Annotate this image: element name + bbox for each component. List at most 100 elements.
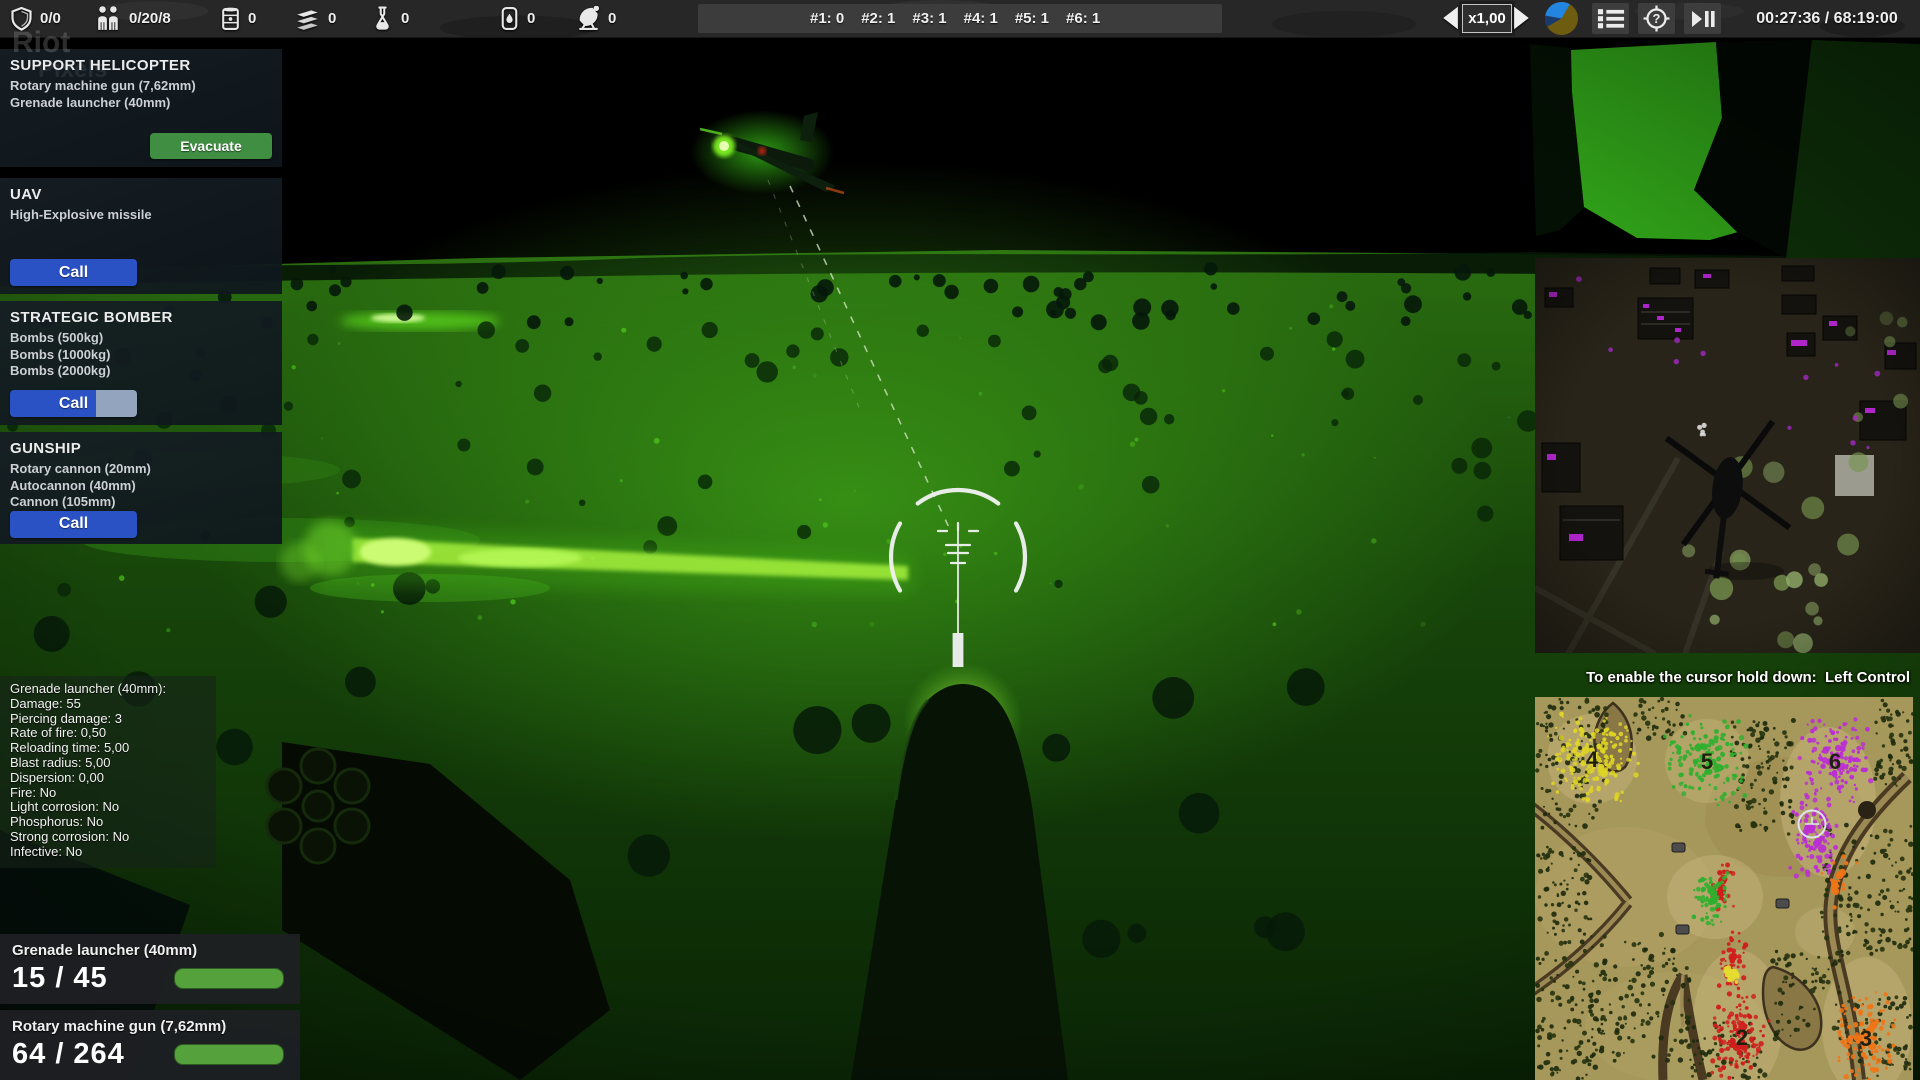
weapon-name: Grenade launcher (40mm) — [12, 942, 288, 959]
armor-value: 0/0 — [40, 10, 61, 27]
objectives-list-button[interactable] — [1592, 3, 1629, 34]
ammo-panel-grenade-launcher: Grenade launcher (40mm) 15 / 45 — [0, 934, 300, 1004]
text-line: Autocannon (40mm) — [10, 478, 272, 495]
text-line: Rotary machine gun (7,62mm) — [10, 78, 272, 95]
cursor-hint: To enable the cursor hold down: Left Con… — [1010, 669, 1910, 686]
ammo-bar — [174, 1044, 284, 1065]
panel-title: UAV — [10, 186, 272, 203]
text-line: Rotary cannon (20mm) — [10, 461, 272, 478]
text-line: Rate of fire: 0,50 — [10, 726, 206, 741]
text-line: Damage: 55 — [10, 697, 206, 712]
call-bomber-button[interactable]: Call — [10, 390, 137, 417]
text-line: Bombs (1000kg) — [10, 347, 272, 364]
wave-counter-bar: #1: 0 #2: 1 #3: 1 #4: 1 #5: 1 #6: 1 — [698, 4, 1222, 33]
shield-icon — [10, 7, 33, 31]
steel-icon — [295, 7, 321, 31]
panel-lines: High-Explosive missile — [10, 207, 272, 224]
text-line: Infective: No — [10, 845, 206, 860]
call-uav-button[interactable]: Call — [10, 259, 137, 286]
text-line: Piercing damage: 3 — [10, 712, 206, 727]
crosshair-question-icon: ? — [1643, 5, 1670, 32]
text-line: Grenade launcher (40mm): — [10, 682, 206, 697]
wave-counter-4: #4: 1 — [964, 10, 998, 27]
fuel-value: 0 — [527, 10, 535, 27]
stats-lines: Grenade launcher (40mm):Damage: 55Pierci… — [10, 682, 206, 860]
text-line: High-Explosive missile — [10, 207, 272, 224]
text-line: Dispersion: 0,00 — [10, 771, 206, 786]
text-line: Fire: No — [10, 786, 206, 801]
population-value: 0/20/8 — [129, 10, 171, 27]
wave-counter-5: #5: 1 — [1015, 10, 1049, 27]
call-gunship-button[interactable]: Call — [10, 511, 137, 538]
cooldown-overlay — [96, 390, 137, 417]
weapon-name: Rotary machine gun (7,62mm) — [12, 1018, 288, 1035]
mission-timer: 00:27:36 / 68:19:00 — [1742, 0, 1912, 37]
text-line: Bombs (2000kg) — [10, 363, 272, 380]
wave-counter-2: #2: 1 — [861, 10, 895, 27]
ammo-panel-rotary-gun: Rotary machine gun (7,62mm) 64 / 264 — [0, 1010, 300, 1080]
play-pause-button[interactable] — [1684, 3, 1721, 34]
food-value: 0 — [248, 10, 256, 27]
wave-counter-1: #1: 0 — [810, 10, 844, 27]
canned-food-icon — [220, 6, 241, 31]
panel-title: STRATEGIC BOMBER — [10, 309, 272, 326]
text-line: Blast radius: 5,00 — [10, 756, 206, 771]
ammo-count: 64 / 264 — [12, 1038, 125, 1071]
speed-decrease-button[interactable] — [1441, 5, 1459, 31]
arrow-right-icon — [1513, 5, 1531, 31]
panel-lines: Bombs (500kg)Bombs (1000kg)Bombs (2000kg… — [10, 330, 272, 380]
play-pause-icon — [1690, 8, 1716, 30]
resource-chemistry: 0 — [371, 0, 409, 37]
cluster-label: 3 — [1860, 1026, 1872, 1051]
uav-panel: UAV High-Explosive missile Call — [0, 178, 282, 294]
resource-pie-indicator[interactable] — [1544, 1, 1579, 36]
strategic-bomber-panel: STRATEGIC BOMBER Bombs (500kg)Bombs (100… — [0, 301, 282, 425]
resource-population: 0/20/8 — [95, 0, 171, 37]
cluster-label: 6 — [1829, 749, 1841, 774]
resource-radar: 0 — [576, 0, 616, 37]
resource-armor: 0/0 — [10, 0, 61, 37]
resource-food: 0 — [220, 0, 256, 37]
evacuate-button[interactable]: Evacuate — [150, 133, 272, 159]
speed-increase-button[interactable] — [1513, 5, 1531, 31]
people-icon — [95, 6, 122, 31]
chemistry-value: 0 — [401, 10, 409, 27]
help-target-button[interactable]: ? — [1638, 3, 1675, 34]
flask-icon — [371, 6, 394, 31]
arrow-left-icon — [1441, 5, 1459, 31]
text-line: Light corrosion: No — [10, 800, 206, 815]
wave-counter-6: #6: 1 — [1066, 10, 1100, 27]
text-line: Bombs (500kg) — [10, 330, 272, 347]
panel-title: GUNSHIP — [10, 440, 272, 457]
cluster-label: 4 — [1586, 747, 1599, 772]
text-line: Cannon (105mm) — [10, 494, 272, 511]
cluster-label: 5 — [1701, 749, 1713, 774]
cluster-label: 2 — [1736, 1025, 1748, 1050]
pie-chart-icon — [1544, 1, 1579, 36]
game-speed-value: x1,00 — [1462, 4, 1512, 33]
resource-fuel: 0 — [499, 0, 535, 37]
radar-value: 0 — [608, 10, 616, 27]
fuel-barrel-icon — [499, 6, 520, 31]
support-helicopter-panel: SUPPORT HELICOPTER Rotary machine gun (7… — [0, 49, 282, 167]
satellite-dish-icon — [576, 6, 601, 31]
panel-title: SUPPORT HELICOPTER — [10, 57, 272, 74]
list-icon — [1597, 7, 1625, 30]
gunship-panel: GUNSHIP Rotary cannon (20mm)Autocannon (… — [0, 432, 282, 544]
minimap[interactable]: 4 5 6 2 3 — [1535, 697, 1913, 1080]
resource-steel: 0 — [295, 0, 336, 37]
game-screen: 0/0 0/20/8 0 0 0 0 0 #1: 0 #2: 1 — [0, 0, 1920, 1080]
text-line: Grenade launcher (40mm) — [10, 95, 272, 112]
weapon-stats-panel: Grenade launcher (40mm):Damage: 55Pierci… — [0, 676, 216, 868]
panel-lines: Rotary cannon (20mm)Autocannon (40mm)Can… — [10, 461, 272, 511]
wave-counter-3: #3: 1 — [912, 10, 946, 27]
ammo-count: 15 / 45 — [12, 962, 108, 995]
camera-view — [1535, 258, 1920, 653]
text-line: Reloading time: 5,00 — [10, 741, 206, 756]
panel-lines: Rotary machine gun (7,62mm)Grenade launc… — [10, 78, 272, 111]
steel-value: 0 — [328, 10, 336, 27]
text-line: Strong corrosion: No — [10, 830, 206, 845]
text-line: Phosphorus: No — [10, 815, 206, 830]
ammo-bar — [174, 968, 284, 989]
svg-text:?: ? — [1653, 11, 1661, 26]
